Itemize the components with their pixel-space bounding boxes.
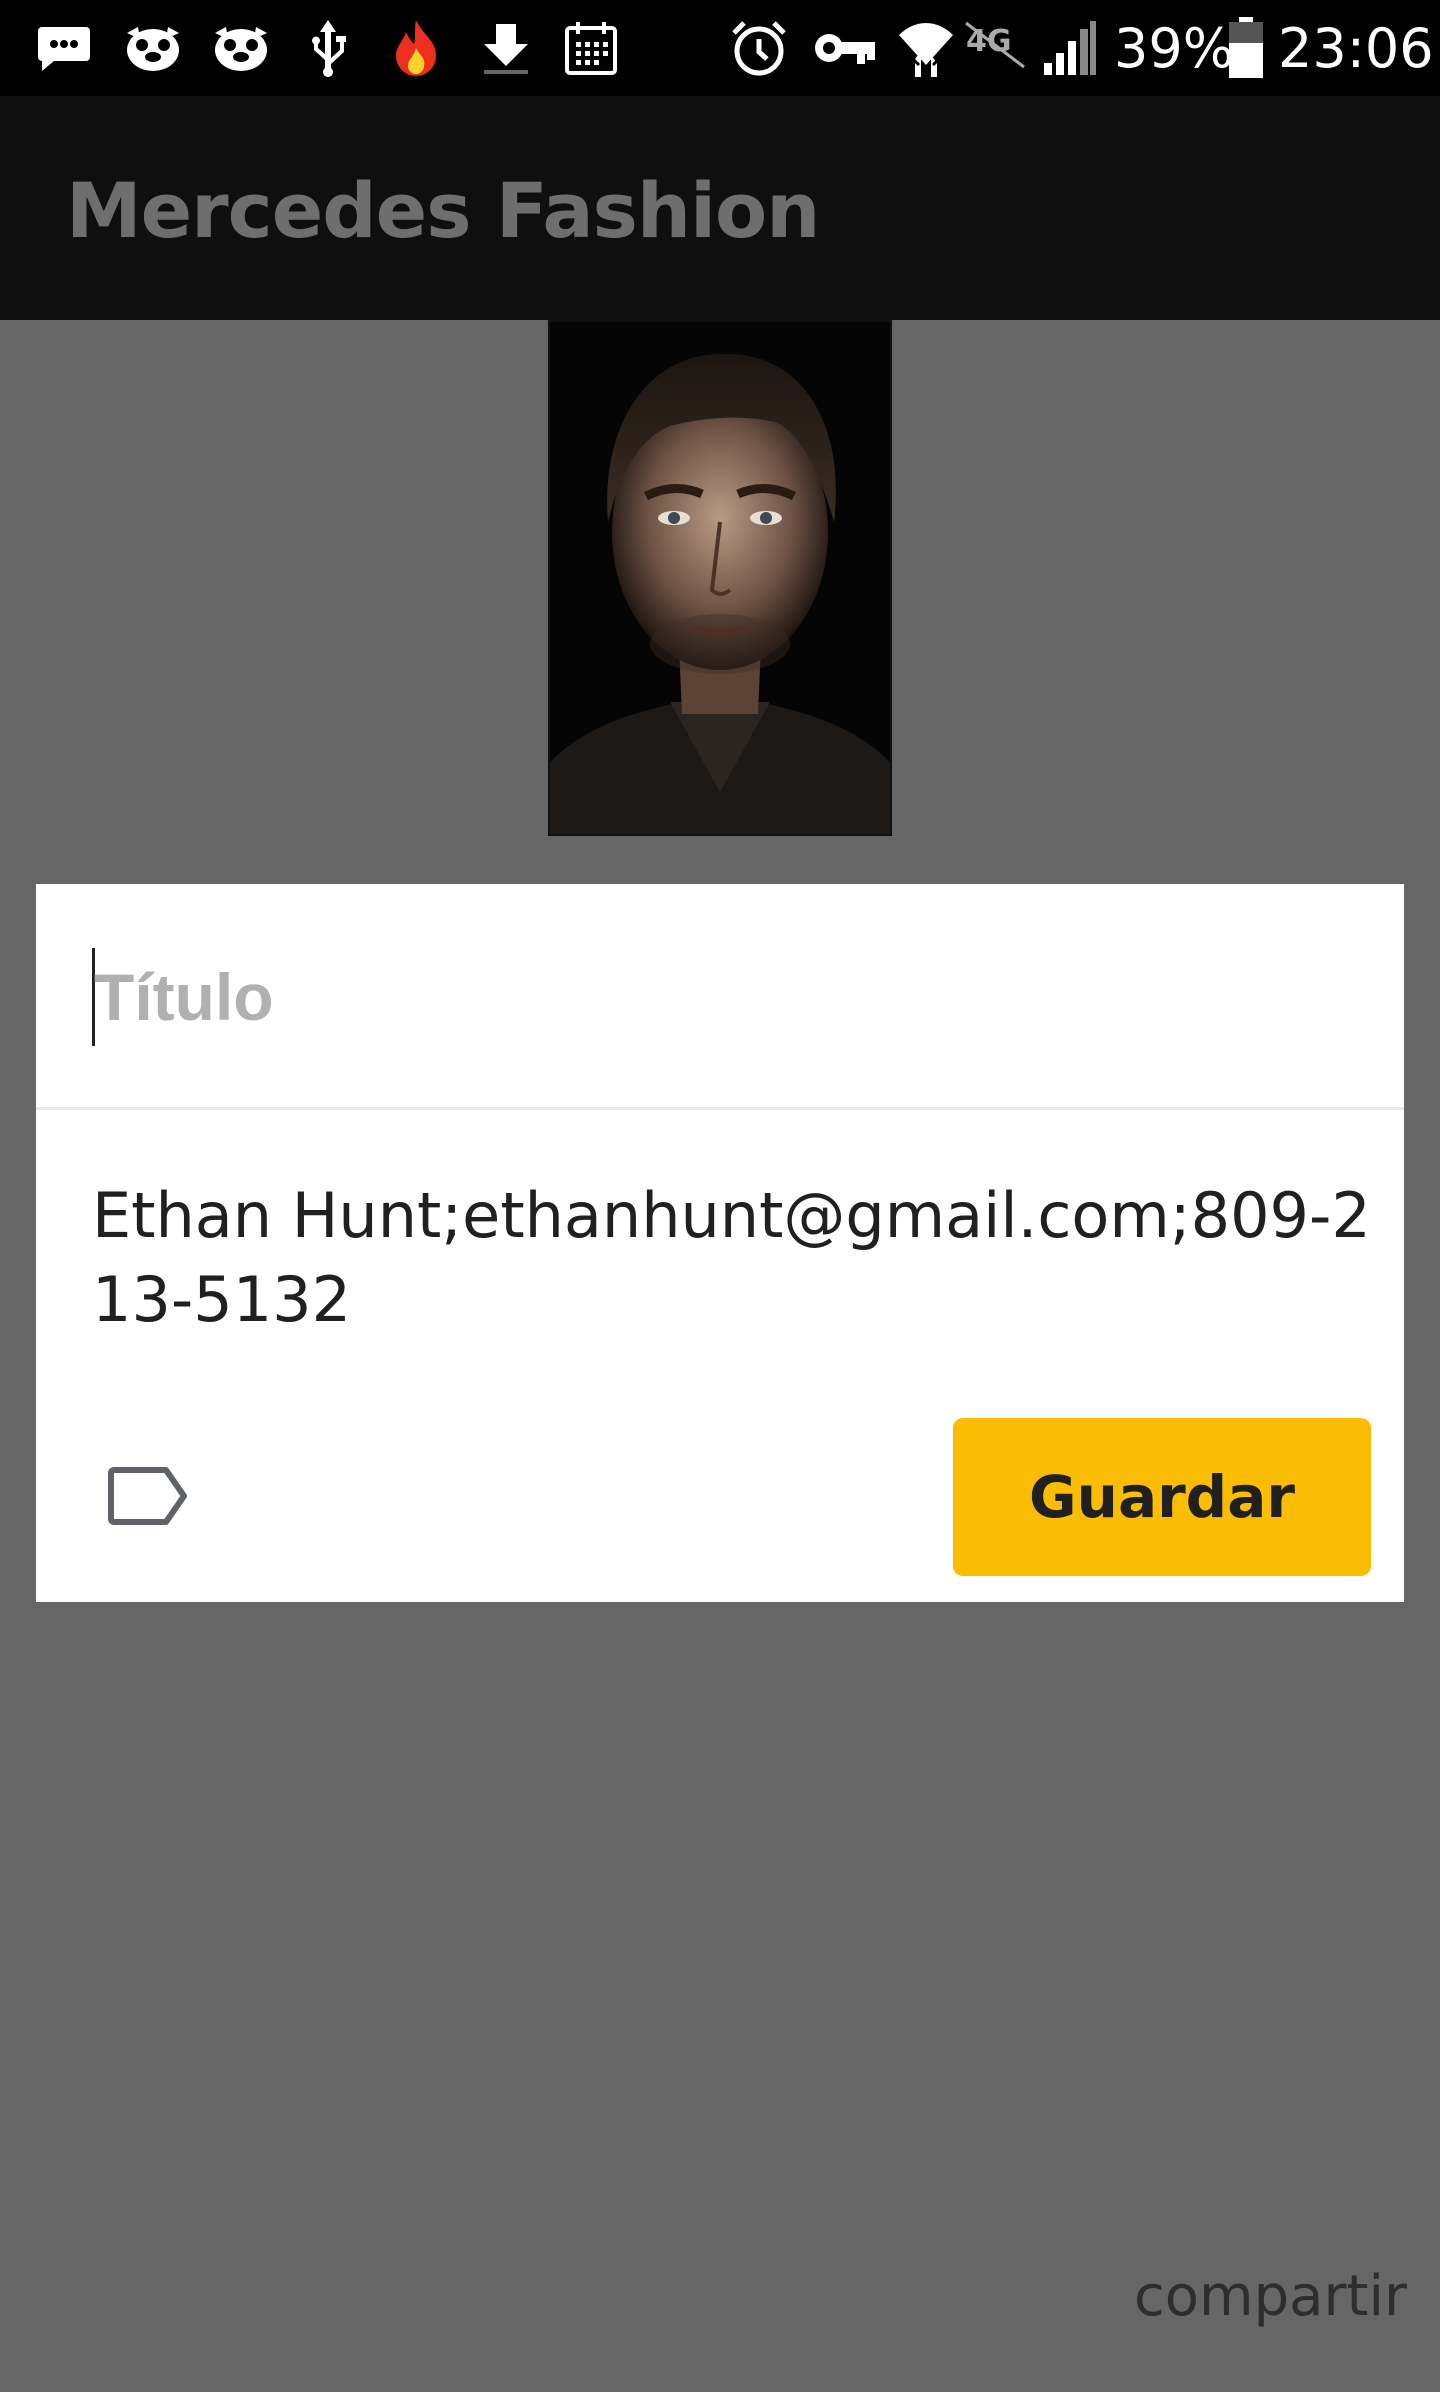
key-icon xyxy=(812,16,878,80)
clock: 23:06 xyxy=(1278,17,1434,80)
calendar-icon xyxy=(562,16,620,80)
share-button[interactable]: compartir xyxy=(1134,2262,1407,2332)
portrait-image xyxy=(550,322,890,834)
chat-bubble-icon xyxy=(34,16,94,80)
network-type-icon: 4G xyxy=(964,16,1030,80)
alarm-icon xyxy=(728,16,790,80)
usb-icon xyxy=(300,16,356,80)
battery-icon xyxy=(1226,16,1266,80)
title-row xyxy=(36,884,1404,1110)
app-title: Mercedes Fashion xyxy=(66,166,820,255)
label-outline-icon[interactable] xyxy=(108,1466,190,1526)
wifi-icon xyxy=(896,16,956,80)
battery-percent: 39% xyxy=(1114,17,1235,80)
contact-photo xyxy=(548,320,892,836)
note-dialog: Ethan Hunt;ethanhunt@gmail.com;809-213-5… xyxy=(36,884,1404,1602)
signal-icon xyxy=(1040,16,1100,80)
save-button[interactable]: Guardar xyxy=(953,1418,1371,1576)
note-body-text[interactable]: Ethan Hunt;ethanhunt@gmail.com;809-213-5… xyxy=(92,1174,1382,1342)
pug-icon xyxy=(122,16,184,80)
download-icon xyxy=(476,16,536,80)
pug-icon xyxy=(210,16,272,80)
app-bar: Mercedes Fashion xyxy=(0,96,1440,320)
title-input[interactable] xyxy=(92,944,1332,1050)
status-bar: 4G 39% 23:06 xyxy=(0,0,1440,96)
flame-icon xyxy=(388,16,444,80)
